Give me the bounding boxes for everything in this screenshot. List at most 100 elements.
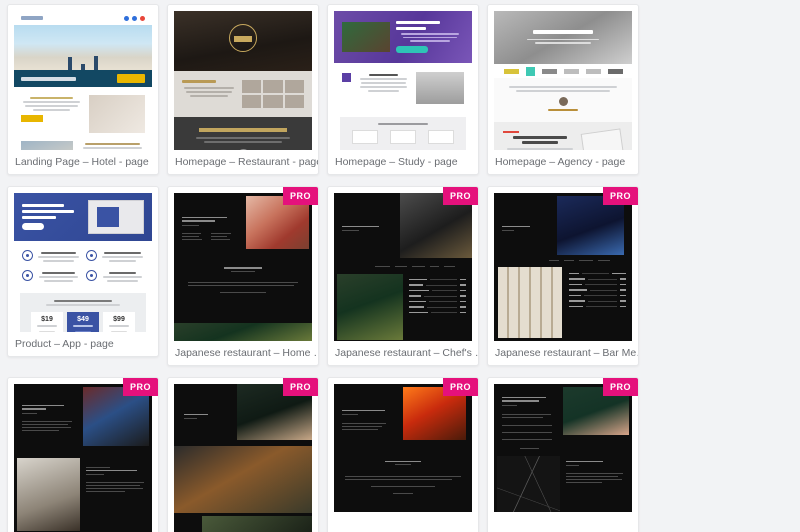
menu-row bbox=[568, 300, 627, 302]
template-card-homepage-agency[interactable]: Homepage – Agency - page bbox=[487, 4, 639, 175]
template-title: Japanese restaurant – Chef's … bbox=[335, 347, 478, 359]
client-logo-icon bbox=[585, 68, 601, 74]
template-thumbnail[interactable] bbox=[334, 193, 472, 341]
template-card-landing-hotel[interactable]: Landing Page – Hotel - page bbox=[7, 4, 159, 175]
preview-jp-chefs bbox=[334, 193, 472, 341]
social-icons bbox=[124, 15, 145, 21]
template-title bbox=[488, 512, 638, 532]
team-member bbox=[352, 130, 378, 144]
book-now-button[interactable] bbox=[117, 74, 145, 83]
feature-text bbox=[21, 95, 82, 133]
hero-text bbox=[22, 204, 82, 230]
hero-image-restaurant bbox=[174, 11, 312, 71]
feature-button[interactable] bbox=[21, 115, 43, 122]
about-section bbox=[334, 63, 472, 113]
preview-restaurant bbox=[174, 11, 312, 150]
eyebrow-label bbox=[503, 131, 519, 133]
template-thumbnail[interactable] bbox=[14, 11, 152, 150]
hero-text bbox=[520, 29, 606, 46]
pro-badge: PRO bbox=[122, 378, 158, 396]
illustration bbox=[580, 128, 626, 150]
dish-photo bbox=[336, 274, 403, 340]
template-card-jp-about[interactable]: PRO bbox=[7, 377, 159, 532]
menu-row bbox=[408, 300, 467, 303]
team-member bbox=[428, 130, 454, 144]
pricing-section: $19 $49 $99 bbox=[20, 293, 146, 332]
pricing-card[interactable]: $99 bbox=[103, 312, 135, 332]
team-section bbox=[340, 117, 466, 150]
template-thumbnail[interactable] bbox=[174, 384, 312, 532]
menu-row bbox=[568, 283, 627, 286]
photo-grid bbox=[242, 80, 304, 108]
template-thumbnail[interactable] bbox=[14, 384, 152, 532]
template-title: Homepage – Agency - page bbox=[495, 156, 626, 168]
template-card-homepage-restaurant[interactable]: Homepage – Restaurant - page bbox=[167, 4, 319, 175]
photos-section bbox=[174, 71, 312, 117]
template-thumbnail[interactable] bbox=[334, 11, 472, 150]
hero-banner bbox=[14, 193, 152, 241]
secondary-image bbox=[21, 141, 73, 150]
menu-list bbox=[568, 272, 627, 312]
menu-row bbox=[408, 284, 467, 286]
template-thumbnail[interactable]: $19 $49 $99 bbox=[14, 193, 152, 332]
story-section bbox=[85, 466, 147, 495]
twitter-icon bbox=[132, 15, 137, 21]
pricing-card-highlighted[interactable]: $49 bbox=[67, 312, 99, 332]
page-heading bbox=[183, 413, 228, 422]
client-logo-icon bbox=[563, 68, 579, 74]
menu-row bbox=[568, 289, 627, 291]
pricing-card[interactable]: $19 bbox=[31, 312, 63, 332]
hero-cta-bar bbox=[14, 70, 152, 87]
template-card-jp-bar-menu[interactable]: PRO Japanese restaurant – Bar Me… bbox=[487, 186, 639, 366]
directions-section bbox=[565, 460, 627, 486]
menu-row bbox=[568, 272, 627, 275]
feature-item bbox=[22, 250, 80, 264]
template-card-homepage-study[interactable]: Homepage – Study - page bbox=[327, 4, 479, 175]
template-card-jp-home[interactable]: PRO Japanese restaurant – Home … bbox=[167, 186, 319, 366]
menu-row bbox=[568, 294, 627, 297]
chef-photo-2 bbox=[16, 458, 81, 531]
template-card-jp-events[interactable]: PRO bbox=[327, 377, 479, 532]
menu-tabs[interactable] bbox=[375, 265, 456, 269]
start-learning-button[interactable] bbox=[396, 45, 428, 53]
template-thumbnail[interactable] bbox=[494, 193, 632, 341]
template-title: Product – App - page bbox=[15, 338, 114, 350]
template-card-jp-contact[interactable]: PRO bbox=[487, 377, 639, 532]
preview-agency bbox=[494, 11, 632, 150]
pricing-cards: $19 $49 $99 bbox=[25, 312, 141, 332]
contact-form[interactable] bbox=[502, 424, 557, 449]
template-card-jp-gallery[interactable]: PRO Japanese restaurant – Gallery … bbox=[167, 377, 319, 532]
secondary-section bbox=[14, 133, 152, 150]
template-title: Japanese restaurant – Bar Me… bbox=[495, 347, 638, 359]
template-card-product-app[interactable]: $19 $49 $99 Product – App - page bbox=[7, 186, 159, 357]
pro-badge: PRO bbox=[442, 378, 478, 396]
template-thumbnail[interactable] bbox=[494, 384, 632, 512]
logo-badge-icon bbox=[229, 24, 257, 52]
hero-text bbox=[396, 21, 464, 53]
feature-icon bbox=[22, 270, 33, 281]
private-events-section bbox=[369, 460, 438, 466]
template-thumbnail[interactable] bbox=[174, 193, 312, 341]
location-map[interactable] bbox=[496, 455, 561, 512]
page-heading bbox=[502, 225, 549, 234]
template-thumbnail[interactable] bbox=[334, 384, 472, 512]
pro-badge: PRO bbox=[282, 187, 318, 205]
demo-button[interactable] bbox=[22, 223, 44, 230]
hero-image-study bbox=[334, 11, 472, 63]
template-card-jp-chefs-menu[interactable]: PRO Japanese restaurant – Chef's … bbox=[327, 186, 479, 366]
preview-jp-bar bbox=[494, 193, 632, 341]
template-thumbnail[interactable] bbox=[174, 11, 312, 150]
feature-image bbox=[89, 95, 145, 133]
pro-badge: PRO bbox=[602, 378, 638, 396]
preview-jp-home bbox=[174, 193, 312, 341]
pro-badge: PRO bbox=[442, 187, 478, 205]
pro-badge: PRO bbox=[602, 187, 638, 205]
template-title bbox=[328, 512, 478, 532]
secondary-text bbox=[80, 141, 145, 150]
menu-tabs[interactable] bbox=[549, 259, 615, 263]
gallery-photo-3 bbox=[201, 515, 312, 532]
template-thumbnail[interactable] bbox=[494, 11, 632, 150]
menu-row bbox=[408, 295, 467, 297]
sake-photo bbox=[498, 267, 562, 339]
template-title: Landing Page – Hotel - page bbox=[15, 156, 149, 168]
